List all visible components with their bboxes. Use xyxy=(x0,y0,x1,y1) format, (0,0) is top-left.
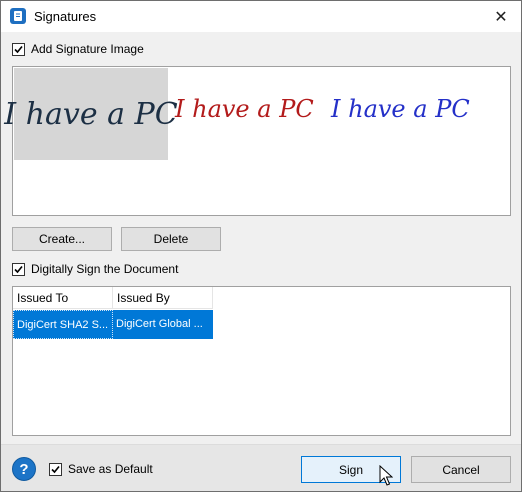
help-icon[interactable]: ? xyxy=(12,457,36,481)
dialog-footer: ? Save as Default Sign Cancel xyxy=(1,444,521,491)
add-signature-image-label: Add Signature Image xyxy=(31,42,144,56)
certificate-table[interactable]: Issued To Issued By DigiCert SHA2 S... D… xyxy=(12,286,511,436)
signatures-dialog: Signatures ✕ Add Signature Image I have … xyxy=(0,0,522,492)
app-icon xyxy=(10,8,26,24)
issued-by-cell: DigiCert Global ... xyxy=(116,318,203,330)
save-as-default-checkbox[interactable]: Save as Default xyxy=(49,461,153,477)
table-header: Issued To Issued By xyxy=(13,287,213,309)
close-icon[interactable]: ✕ xyxy=(481,1,521,32)
digitally-sign-label: Digitally Sign the Document xyxy=(31,262,179,276)
table-row[interactable]: DigiCert SHA2 S... DigiCert Global ... xyxy=(13,310,213,339)
save-as-default-label: Save as Default xyxy=(68,462,153,476)
delete-button[interactable]: Delete xyxy=(121,227,221,251)
digitally-sign-checkbox[interactable]: Digitally Sign the Document xyxy=(12,261,178,277)
title-bar: Signatures ✕ xyxy=(1,1,521,32)
create-button[interactable]: Create... xyxy=(12,227,112,251)
issued-to-cell: DigiCert SHA2 S... xyxy=(13,310,113,339)
cancel-button[interactable]: Cancel xyxy=(411,456,511,483)
dialog-content: Add Signature Image I have a PC I have a… xyxy=(1,32,521,444)
signature-thumbnail[interactable]: I have a PC xyxy=(4,68,178,160)
mouse-pointer-icon xyxy=(379,465,393,486)
add-signature-image-checkbox[interactable]: Add Signature Image xyxy=(12,41,144,57)
checkbox-check-icon[interactable] xyxy=(12,42,25,56)
checkbox-check-icon[interactable] xyxy=(12,262,25,276)
column-header-issued-to[interactable]: Issued To xyxy=(13,287,113,309)
signature-image-list[interactable]: I have a PC I have a PC I have a PC xyxy=(4,63,511,216)
window-title: Signatures xyxy=(34,9,97,24)
signature-thumbnail[interactable]: I have a PC xyxy=(331,63,470,155)
checkbox-check-icon[interactable] xyxy=(49,462,62,476)
signature-thumbnail[interactable]: I have a PC xyxy=(175,63,314,155)
column-header-issued-by[interactable]: Issued By xyxy=(113,287,213,309)
